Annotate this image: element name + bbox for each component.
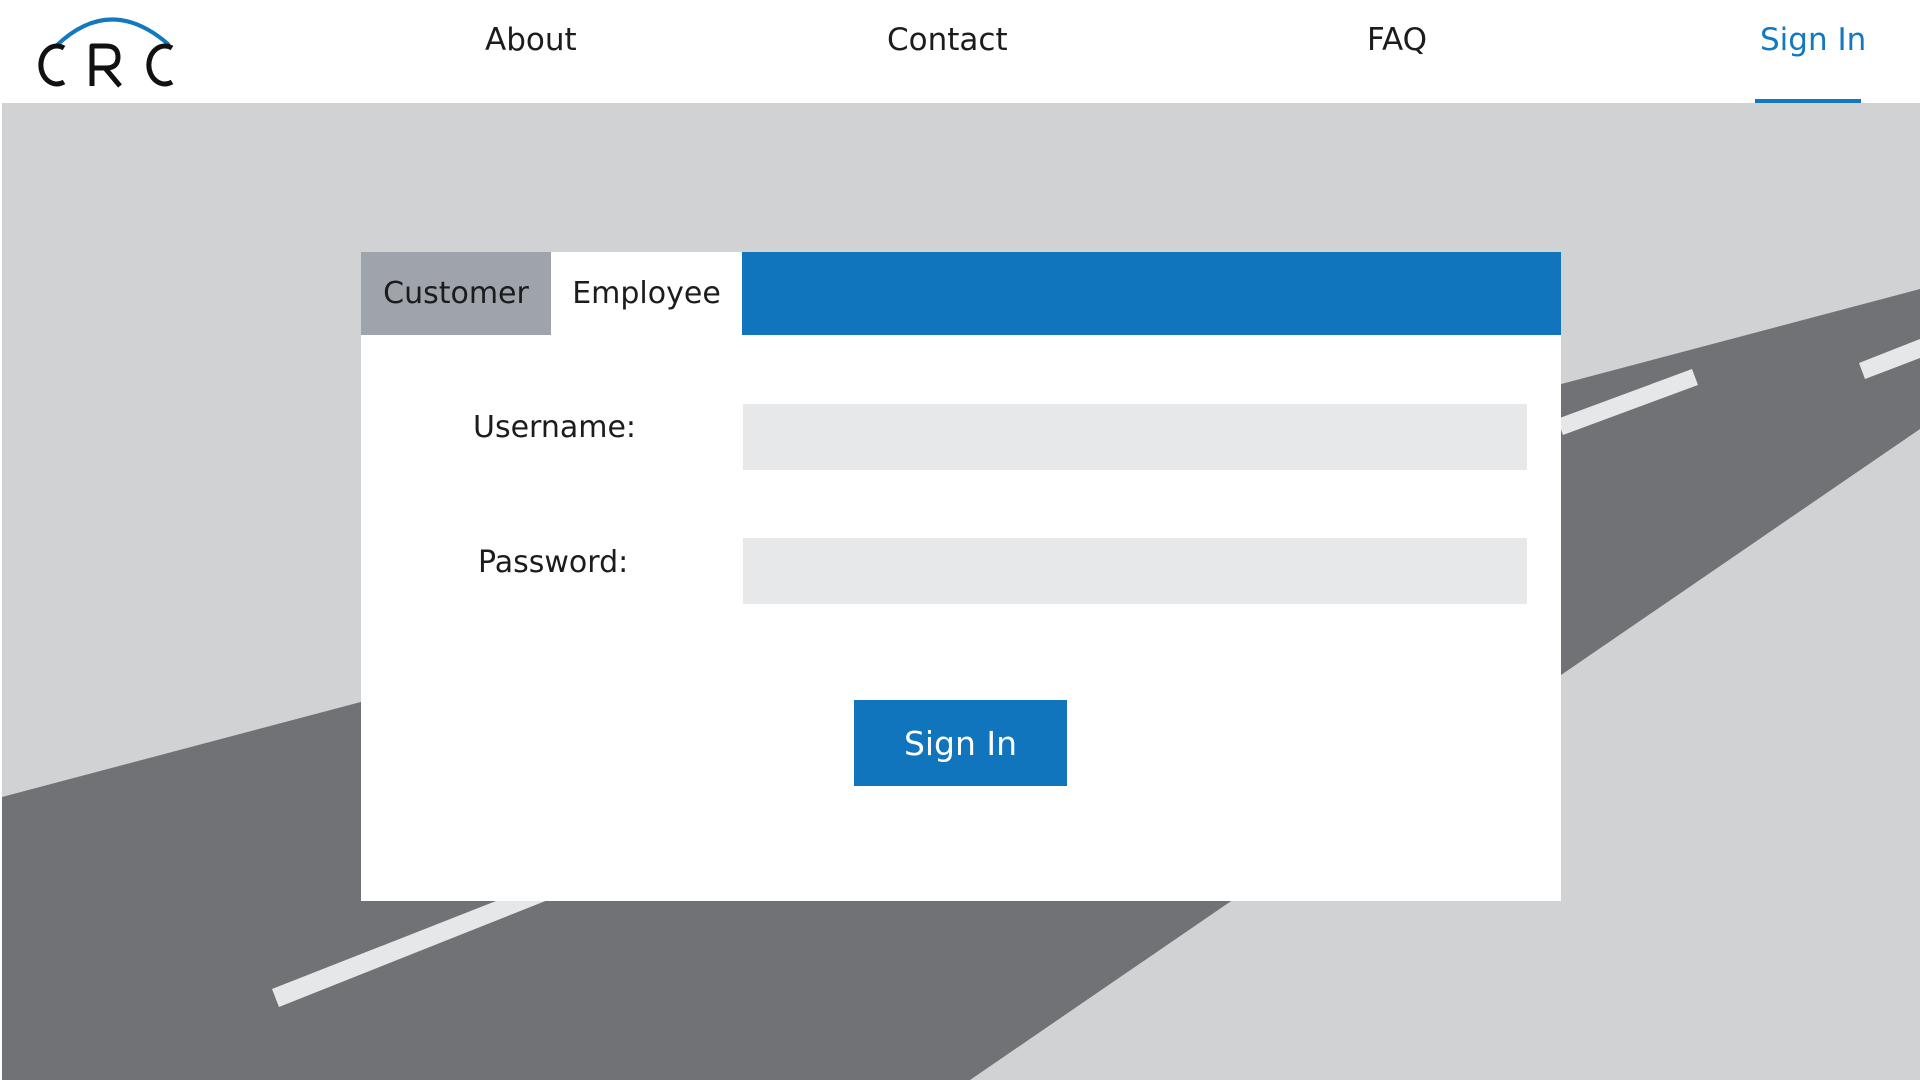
nav-link-sign-in[interactable]: Sign In xyxy=(1760,22,1866,58)
crc-logo-graphic xyxy=(38,17,174,88)
password-input[interactable] xyxy=(743,538,1527,604)
crc-logo[interactable] xyxy=(22,10,182,92)
nav-link-about[interactable]: About xyxy=(485,22,577,58)
tab-employee[interactable]: Employee xyxy=(551,252,742,335)
password-label: Password: xyxy=(478,545,629,580)
sign-in-button[interactable]: Sign In xyxy=(854,700,1067,786)
username-input[interactable] xyxy=(743,404,1527,470)
top-navigation-bar: About Contact FAQ Sign In xyxy=(0,0,1920,103)
login-card: Customer Employee Username: Password: Si… xyxy=(361,252,1561,901)
username-label: Username: xyxy=(473,410,637,445)
tab-customer[interactable]: Customer xyxy=(361,252,551,335)
login-tab-bar: Customer Employee xyxy=(361,252,1561,335)
nav-link-contact[interactable]: Contact xyxy=(887,22,1008,58)
nav-link-faq[interactable]: FAQ xyxy=(1367,22,1427,58)
